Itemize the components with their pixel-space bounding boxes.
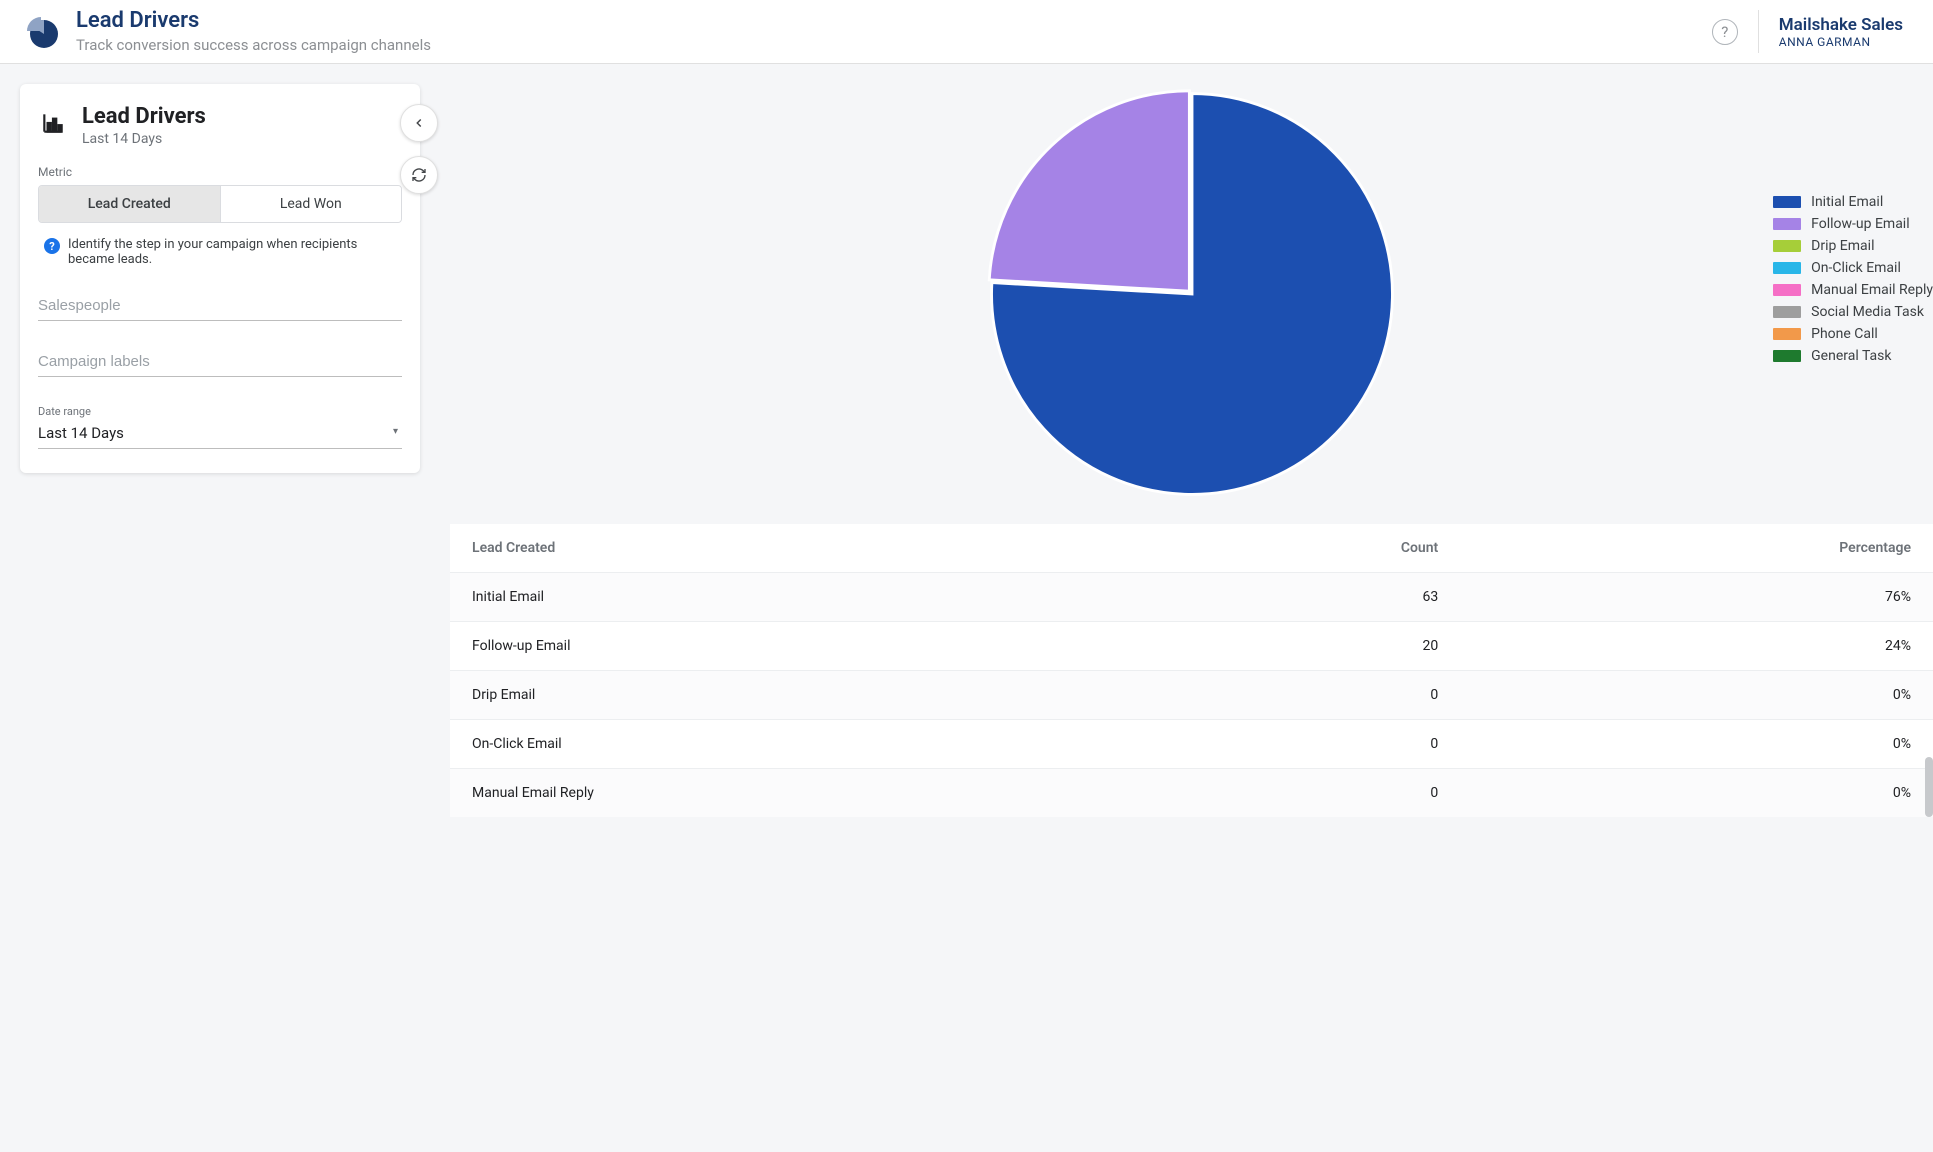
cell-count: 0 [1128, 769, 1461, 818]
campaign-labels-input[interactable] [38, 349, 402, 377]
cell-name: Manual Email Reply [450, 769, 1128, 818]
col-count[interactable]: Count [1128, 524, 1461, 573]
legend-label: Manual Email Reply [1811, 282, 1933, 298]
date-range-select[interactable]: Last 14 Days ▾ [38, 420, 402, 449]
metric-info: ? Identify the step in your campaign whe… [38, 237, 402, 267]
pie-chart [982, 84, 1402, 504]
chart-area: Initial Email Follow-up Email Drip Email On… [450, 84, 1933, 524]
header-right: ? Mailshake Sales ANNA GARMAN [1712, 10, 1933, 53]
metric-info-text: Identify the step in your campaign when … [68, 237, 396, 267]
cell-count: 0 [1128, 671, 1461, 720]
account-switcher[interactable]: Mailshake Sales ANNA GARMAN [1758, 10, 1933, 53]
card-header: Lead Drivers Last 14 Days [38, 104, 402, 147]
table-row[interactable]: On-Click Email00% [450, 720, 1933, 769]
collapse-button[interactable] [400, 104, 438, 142]
table-row[interactable]: Drip Email00% [450, 671, 1933, 720]
cell-pct: 0% [1460, 671, 1933, 720]
legend-swatch [1773, 262, 1801, 274]
bar-chart-icon [38, 108, 68, 138]
chevron-left-icon [412, 116, 426, 130]
legend-label: Social Media Task [1811, 304, 1924, 320]
tab-lead-created[interactable]: Lead Created [39, 186, 220, 222]
col-pct[interactable]: Percentage [1460, 524, 1933, 573]
legend-swatch [1773, 218, 1801, 230]
tab-lead-won[interactable]: Lead Won [220, 186, 402, 222]
legend-label: Phone Call [1811, 326, 1878, 342]
legend-item[interactable]: General Task [1773, 348, 1933, 364]
chart-legend: Initial Email Follow-up Email Drip Email On… [1773, 194, 1933, 364]
legend-item[interactable]: Social Media Task [1773, 304, 1933, 320]
cell-pct: 24% [1460, 622, 1933, 671]
table-header-row: Lead Created Count Percentage [450, 524, 1933, 573]
cell-name: Follow-up Email [450, 622, 1128, 671]
page-subtitle: Track conversion success across campaign… [76, 36, 431, 54]
metric-toggle: Lead Created Lead Won [38, 185, 402, 223]
cell-count: 20 [1128, 622, 1461, 671]
account-team: Mailshake Sales [1779, 15, 1903, 35]
lead-driver-table: Lead Created Count Percentage Initial Em… [450, 524, 1933, 817]
app-header: Lead Drivers Track conversion success ac… [0, 0, 1933, 64]
legend-label: Follow-up Email [1811, 216, 1909, 232]
refresh-button[interactable] [400, 156, 438, 194]
page-title: Lead Drivers [76, 9, 431, 33]
salespeople-field [38, 293, 402, 321]
cell-count: 63 [1128, 573, 1461, 622]
legend-swatch [1773, 284, 1801, 296]
legend-item[interactable]: Phone Call [1773, 326, 1933, 342]
chevron-down-icon: ▾ [393, 426, 398, 437]
app-logo-pie-icon [24, 14, 60, 50]
cell-pct: 0% [1460, 720, 1933, 769]
filter-card: Lead Drivers Last 14 Days Metric Lead Cr… [20, 84, 420, 473]
card-float-buttons [400, 104, 438, 194]
legend-swatch [1773, 328, 1801, 340]
table-row[interactable]: Manual Email Reply00% [450, 769, 1933, 818]
pie-slice[interactable] [989, 91, 1189, 291]
legend-label: On-Click Email [1811, 260, 1901, 276]
account-user: ANNA GARMAN [1779, 35, 1903, 49]
cell-pct: 0% [1460, 769, 1933, 818]
cell-name: On-Click Email [450, 720, 1128, 769]
scrollbar[interactable] [1925, 757, 1933, 817]
legend-item[interactable]: Drip Email [1773, 238, 1933, 254]
table-row[interactable]: Follow-up Email2024% [450, 622, 1933, 671]
legend-item[interactable]: Manual Email Reply [1773, 282, 1933, 298]
date-range-value: Last 14 Days [38, 420, 402, 449]
col-name[interactable]: Lead Created [450, 524, 1128, 573]
legend-swatch [1773, 306, 1801, 318]
campaign-labels-field [38, 349, 402, 377]
cell-pct: 76% [1460, 573, 1933, 622]
metric-label: Metric [38, 165, 402, 179]
refresh-icon [411, 167, 427, 183]
legend-item[interactable]: Initial Email [1773, 194, 1933, 210]
cell-name: Initial Email [450, 573, 1128, 622]
legend-label: General Task [1811, 348, 1891, 364]
legend-item[interactable]: On-Click Email [1773, 260, 1933, 276]
cell-name: Drip Email [450, 671, 1128, 720]
card-title: Lead Drivers [82, 104, 206, 129]
legend-item[interactable]: Follow-up Email [1773, 216, 1933, 232]
salespeople-input[interactable] [38, 293, 402, 321]
legend-swatch [1773, 350, 1801, 362]
legend-swatch [1773, 196, 1801, 208]
header-titles: Lead Drivers Track conversion success ac… [76, 9, 431, 53]
info-icon: ? [44, 238, 60, 254]
date-range-field: Date range Last 14 Days ▾ [38, 405, 402, 449]
card-subtitle: Last 14 Days [82, 131, 206, 147]
date-range-label: Date range [38, 405, 402, 418]
cell-count: 0 [1128, 720, 1461, 769]
header-left: Lead Drivers Track conversion success ac… [24, 9, 431, 53]
help-button[interactable]: ? [1712, 19, 1738, 45]
main-content: Lead Drivers Last 14 Days Metric Lead Cr… [0, 64, 1933, 817]
help-icon: ? [1721, 23, 1728, 41]
report-content: Initial EmailFollow-up EmailDrip EmailOn… [450, 84, 1933, 817]
legend-label: Drip Email [1811, 238, 1874, 254]
table-row[interactable]: Initial Email6376% [450, 573, 1933, 622]
legend-label: Initial Email [1811, 194, 1883, 210]
legend-swatch [1773, 240, 1801, 252]
